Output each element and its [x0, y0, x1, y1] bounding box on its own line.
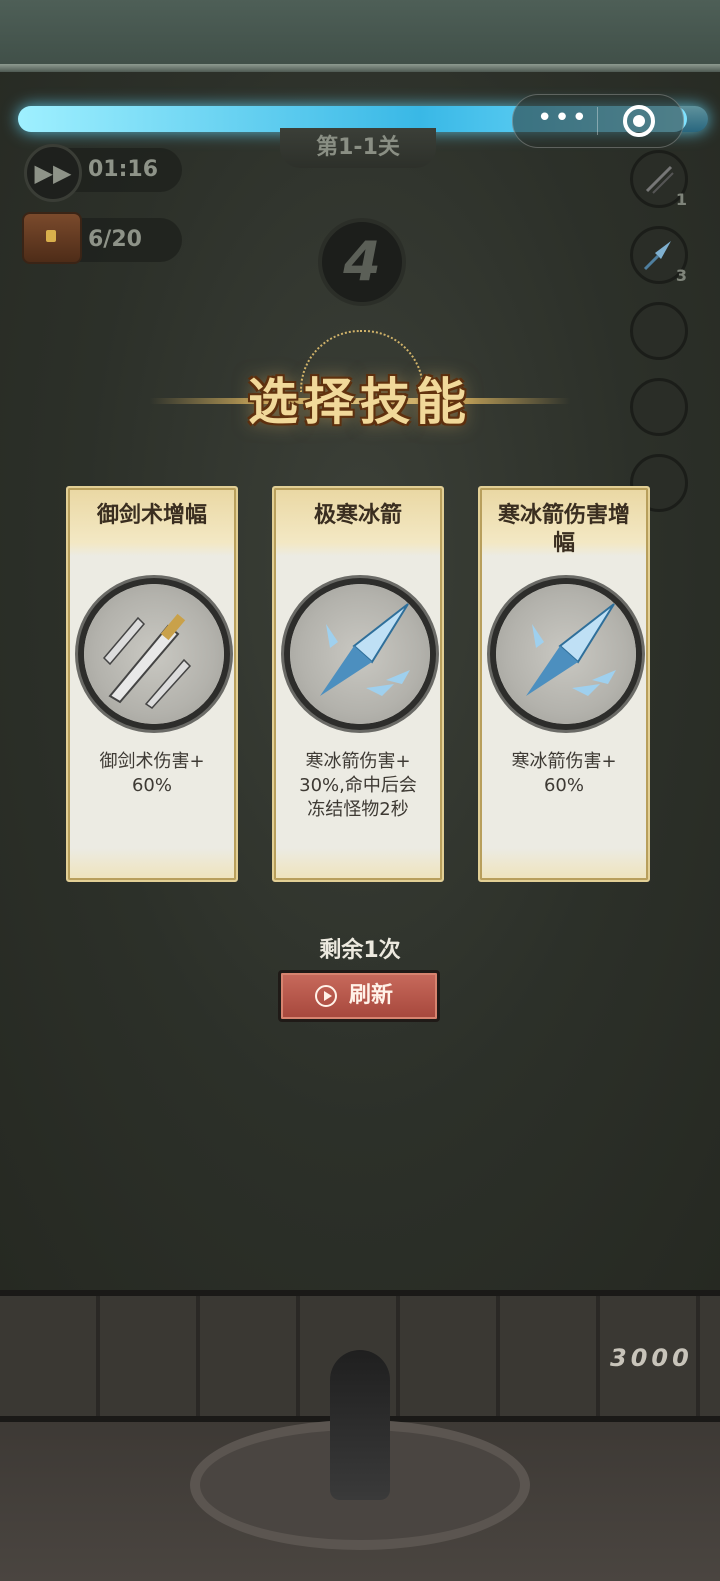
chest-counter-pill: 6/20 — [22, 212, 182, 264]
wall-hp-score: 3000 — [610, 1344, 693, 1372]
card-footer — [482, 848, 646, 878]
flying-swords-icon — [84, 584, 224, 724]
refresh-button[interactable]: 刷新 — [278, 970, 440, 1022]
miniprogram-capsule: ••• — [512, 94, 684, 148]
capsule-separator — [597, 107, 598, 135]
timer-text: 01:16 — [88, 157, 159, 182]
skill-slot-level: 1 — [675, 190, 687, 209]
ice-arrow-icon — [496, 584, 636, 724]
skill-card-2[interactable]: 极寒冰箭 寒冰箭伤害+ 30%,命中后会 冻结怪物2秒 — [272, 486, 444, 882]
card-description: 御剑术伤害+ 60% — [99, 751, 205, 796]
choose-skill-banner: 选择技能 — [150, 330, 570, 440]
treasure-chest-icon — [22, 212, 82, 264]
swords-icon — [645, 165, 674, 194]
card-footer — [70, 848, 234, 878]
play-video-icon — [315, 985, 337, 1007]
skill-slot-4[interactable] — [630, 378, 688, 436]
card-description: 寒冰箭伤害+ 30%,命中后会 冻结怪物2秒 — [299, 751, 417, 820]
skill-card-1[interactable]: 御剑术增幅 御剑术伤害+ 60% — [66, 486, 238, 882]
card-footer — [276, 848, 440, 878]
card-description: 寒冰箭伤害+ 60% — [511, 751, 617, 796]
remaining-refresh-count: 剩余1次 — [319, 938, 401, 963]
hero-character — [330, 1350, 390, 1500]
dialog-title: 选择技能 — [248, 373, 472, 431]
card-name: 极寒冰箭 — [313, 503, 402, 528]
skill-card-3[interactable]: 寒冰箭伤害增幅 寒冰箭伤害+ 60% — [478, 486, 650, 882]
ice-arrow-icon — [643, 241, 671, 271]
wave-countdown: 4 — [318, 218, 406, 306]
timer-pill: ▶▶ 01:16 — [24, 144, 182, 202]
ice-arrow-icon — [290, 584, 430, 724]
player-base-area: 3000 — [0, 1290, 720, 1581]
fast-forward-icon[interactable]: ▶▶ — [24, 144, 82, 202]
close-miniprogram-button[interactable] — [623, 105, 655, 137]
skill-slot-level: 3 — [675, 266, 687, 285]
refresh-label: 刷新 — [349, 983, 394, 1008]
card-name: 御剑术增幅 — [96, 503, 207, 528]
stage-label: 第1-1关 — [280, 128, 436, 168]
top-banner-strip — [0, 0, 720, 72]
more-options-button[interactable]: ••• — [533, 103, 593, 139]
card-name: 寒冰箭伤害增幅 — [497, 503, 630, 556]
skill-slot-3[interactable] — [630, 302, 688, 360]
skill-slot-2[interactable]: 3 — [630, 226, 688, 285]
skill-slot-1[interactable]: 1 — [630, 150, 688, 209]
chest-count-text: 6/20 — [88, 227, 142, 252]
